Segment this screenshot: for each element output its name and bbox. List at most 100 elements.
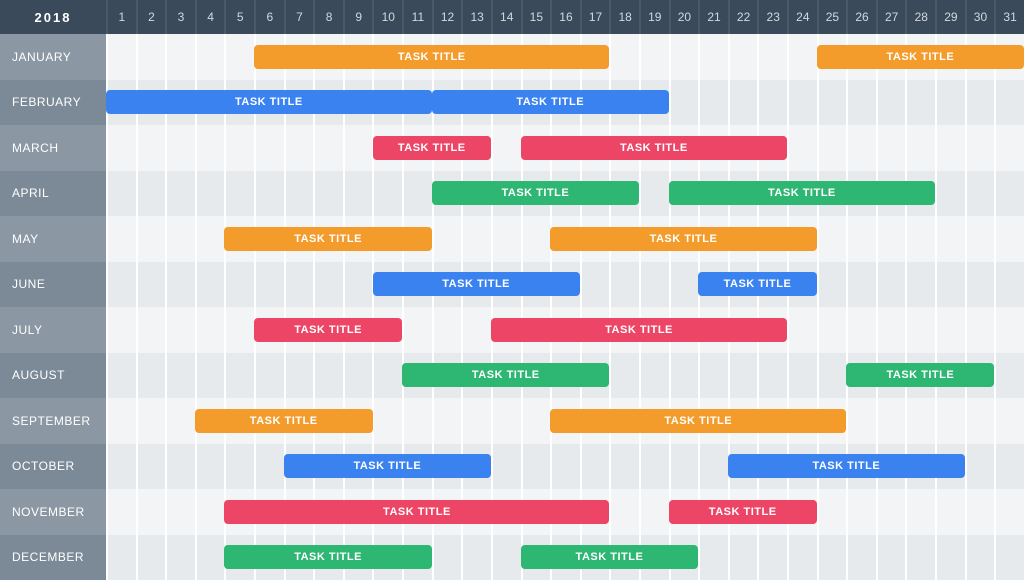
day-header-cell: 7 [284,0,314,34]
day-header-cell: 17 [580,0,610,34]
grid-cell [639,353,669,399]
year-label: 2018 [0,0,106,34]
day-header-cell: 25 [817,0,847,34]
grid-cell [521,216,551,262]
day-header-cell: 18 [609,0,639,34]
grid-cell [965,307,995,353]
grid-cell [728,353,758,399]
grid-cell [461,216,491,262]
grid-cell [136,34,166,80]
task-bar[interactable]: TASK TITLE [550,409,846,433]
task-bar[interactable]: TASK TITLE [224,545,431,569]
grid-cell [224,307,254,353]
grid-cell [965,398,995,444]
day-header-cell: 12 [432,0,462,34]
grid-cell [491,535,521,580]
grid-cell [846,262,876,308]
task-bar[interactable]: TASK TITLE [550,227,817,251]
task-bar[interactable]: TASK TITLE [224,500,609,524]
grid-cell [313,262,343,308]
grid-cell [224,262,254,308]
grid-cell [165,353,195,399]
grid-cell [965,80,995,126]
task-bar[interactable]: TASK TITLE [521,545,699,569]
grid-cell [165,444,195,490]
task-bar[interactable]: TASK TITLE [254,45,609,69]
grid-cell [372,171,402,217]
grid-cell [787,353,817,399]
grid-cell [639,444,669,490]
grid-area: TASK TITLE TASK TITLE [106,125,1024,171]
month-label: NOVEMBER [0,489,106,535]
grid-cell [461,307,491,353]
grid-cell [165,398,195,444]
grid-cell [432,398,462,444]
grid-cell [224,125,254,171]
day-header-cell: 10 [372,0,402,34]
task-bar[interactable]: TASK TITLE [373,272,580,296]
grid-cell [994,353,1024,399]
grid-cell [935,535,965,580]
task-bar[interactable]: TASK TITLE [284,454,491,478]
task-bar[interactable]: TASK TITLE [195,409,373,433]
grid-cell [106,444,136,490]
task-bar[interactable]: TASK TITLE [491,318,787,342]
grid-cell [965,125,995,171]
task-bar[interactable]: TASK TITLE [432,90,669,114]
task-bar[interactable]: TASK TITLE [402,363,609,387]
month-row: APRILTASK TITLETASK TITLE [0,171,1024,217]
grid-cell [669,80,699,126]
grid-cell [905,489,935,535]
task-bar[interactable]: TASK TITLE [373,136,491,160]
task-bar[interactable]: TASK TITLE [698,272,816,296]
task-bar[interactable]: TASK TITLE [432,181,639,205]
grid-cell [817,489,847,535]
grid-cell [313,353,343,399]
grid-cell [935,307,965,353]
grid-cell [698,444,728,490]
day-header-cell: 21 [698,0,728,34]
grid-cell [965,489,995,535]
grid-cell [402,398,432,444]
grid-cell [254,353,284,399]
grid-cell [432,535,462,580]
grid-cell [106,171,136,217]
grid-cell [195,34,225,80]
day-header-cell: 6 [254,0,284,34]
grid-cell [876,216,906,262]
grid-cell [165,489,195,535]
grid-cell [343,125,373,171]
task-bar[interactable]: TASK TITLE [224,227,431,251]
task-bar[interactable]: TASK TITLE [817,45,1024,69]
day-header-cell: 11 [402,0,432,34]
grid-cell [432,216,462,262]
grid-cell [728,535,758,580]
grid-cell [343,262,373,308]
grid-cell [817,535,847,580]
day-header-cell: 14 [491,0,521,34]
grid-cell [757,353,787,399]
task-bar[interactable]: TASK TITLE [254,318,402,342]
day-header-cell: 13 [461,0,491,34]
day-header-cell: 15 [521,0,551,34]
grid-cell [195,125,225,171]
grid-cell [905,535,935,580]
grid-area: TASK TITLE TASK TITLE [106,353,1024,399]
task-bar[interactable]: TASK TITLE [728,454,965,478]
grid-cell [195,535,225,580]
grid-cell [787,125,817,171]
gantt-body: JANUARYTASK TITLETASK TITLEFEBRUARYTASK … [0,34,1024,580]
task-bar[interactable]: TASK TITLE [106,90,432,114]
grid-cell [994,171,1024,217]
grid-cell [461,535,491,580]
grid-cell [136,398,166,444]
grid-cell [639,489,669,535]
grid-cell [106,398,136,444]
grid-cell [817,353,847,399]
task-bar[interactable]: TASK TITLE [521,136,788,160]
task-bar[interactable]: TASK TITLE [846,363,994,387]
grid-cell [905,398,935,444]
task-bar[interactable]: TASK TITLE [669,500,817,524]
task-bar[interactable]: TASK TITLE [669,181,936,205]
grid-cell [165,216,195,262]
